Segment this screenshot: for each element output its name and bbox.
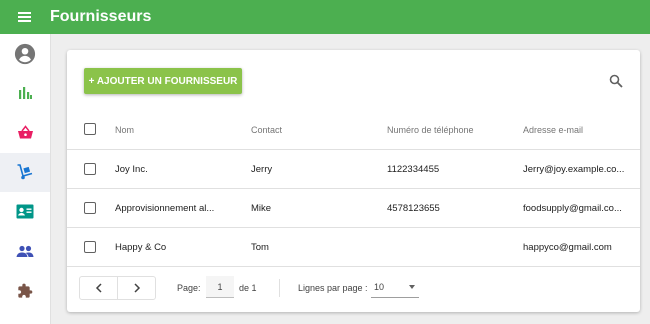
select-all-checkbox[interactable] xyxy=(84,123,96,135)
supplier-contact: Jerry xyxy=(251,164,273,175)
page-nav-buttons xyxy=(79,276,156,300)
search-button[interactable] xyxy=(605,70,627,92)
add-supplier-button[interactable]: + AJOUTER UN FOURNISSEUR xyxy=(84,68,242,94)
row-checkbox[interactable] xyxy=(84,202,96,214)
dropdown-caret-icon xyxy=(409,285,415,289)
sidebar-item-orders[interactable] xyxy=(0,113,50,153)
supplier-phone: 1122334455 xyxy=(387,164,440,175)
supplier-contact: Tom xyxy=(251,242,269,253)
column-header-email[interactable]: Adresse e-mail xyxy=(523,110,637,150)
table-row[interactable]: Approvisionnement al... Mike 4578123655 … xyxy=(67,189,640,228)
table-row[interactable]: Joy Inc. Jerry 1122334455 Jerry@joy.exam… xyxy=(67,150,640,189)
page-label: Page: xyxy=(177,283,201,293)
row-checkbox[interactable] xyxy=(84,163,96,175)
supplier-name: Joy Inc. xyxy=(115,164,148,175)
sidebar-item-suppliers[interactable] xyxy=(0,152,50,192)
row-checkbox[interactable] xyxy=(84,241,96,253)
menu-icon xyxy=(18,12,31,22)
sidebar-item-contacts[interactable] xyxy=(0,192,50,232)
basket-icon xyxy=(17,125,33,139)
rows-per-page-select[interactable]: 10 xyxy=(371,276,419,298)
sidebar-item-account[interactable] xyxy=(0,34,50,74)
supplier-email: happyco@gmail.com xyxy=(523,242,612,253)
column-header-phone[interactable]: Numéro de téléphone xyxy=(387,110,507,150)
supplier-name: Happy & Co xyxy=(115,242,167,253)
page-count-label: de 1 xyxy=(239,283,257,293)
app-bar: Fournisseurs xyxy=(0,0,650,34)
next-page-button[interactable] xyxy=(117,277,155,299)
suppliers-card: + AJOUTER UN FOURNISSEUR Nom Contact Num… xyxy=(67,50,640,312)
pagination-bar: Page: 1 de 1 Lignes par page : 10 xyxy=(67,271,640,307)
chevron-right-icon xyxy=(133,283,140,293)
sidebar xyxy=(0,34,51,324)
pagination-divider xyxy=(279,279,280,297)
page-number-input[interactable]: 1 xyxy=(206,276,234,298)
supplier-phone xyxy=(387,228,507,267)
sidebar-item-customers[interactable] xyxy=(0,232,50,272)
chevron-left-icon xyxy=(95,283,102,293)
supplier-name: Approvisionnement al... xyxy=(115,203,215,214)
rows-per-page-value: 10 xyxy=(374,281,385,292)
previous-page-button[interactable] xyxy=(80,277,117,299)
main-content: + AJOUTER UN FOURNISSEUR Nom Contact Num… xyxy=(51,34,650,324)
supplier-email: Jerry@joy.example.co... xyxy=(523,164,625,175)
table-header: Nom Contact Numéro de téléphone Adresse … xyxy=(67,110,640,150)
sidebar-item-extensions[interactable] xyxy=(0,271,50,311)
menu-button[interactable] xyxy=(0,0,50,34)
table-row[interactable]: Happy & Co Tom happyco@gmail.com xyxy=(67,228,640,267)
page-title: Fournisseurs xyxy=(50,8,152,25)
column-header-name[interactable]: Nom xyxy=(115,110,221,150)
puzzle-icon xyxy=(18,283,33,298)
rows-per-page-label: Lignes par page : xyxy=(298,283,368,293)
search-icon xyxy=(609,74,623,88)
column-header-contact[interactable]: Contact xyxy=(251,110,371,150)
contact-card-icon xyxy=(16,204,34,219)
dolly-icon xyxy=(17,164,33,180)
sidebar-item-dashboard[interactable] xyxy=(0,74,50,114)
account-circle-icon xyxy=(14,43,36,64)
supplier-contact: Mike xyxy=(251,203,272,214)
people-icon xyxy=(16,245,34,257)
bar-chart-icon xyxy=(19,87,32,100)
supplier-phone: 4578123655 xyxy=(387,203,440,214)
supplier-email: foodsupply@gmail.co... xyxy=(523,203,622,214)
